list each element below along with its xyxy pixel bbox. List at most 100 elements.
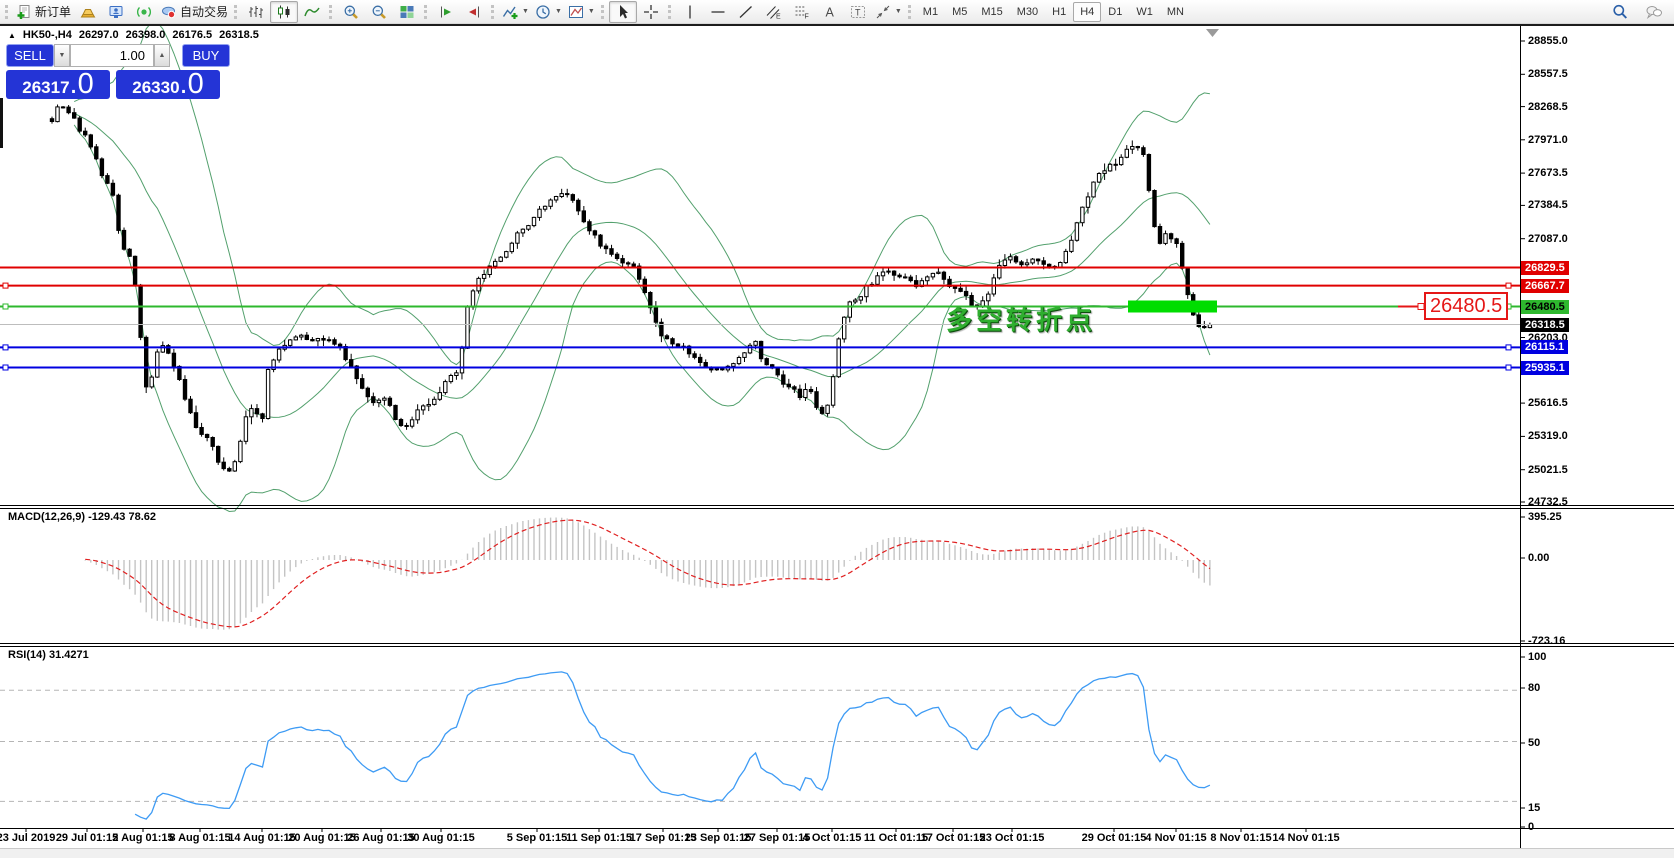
- new-order-button[interactable]: 新订单: [13, 1, 74, 23]
- price-level-label: 26480.5: [1521, 299, 1569, 314]
- toolbar-grip: [907, 4, 911, 19]
- timeframe-m30-button[interactable]: M30: [1010, 2, 1045, 22]
- signals-button[interactable]: [130, 1, 158, 23]
- time-axis-label: 11 Sep 01:15: [565, 832, 633, 844]
- zoom-in-icon: [344, 5, 358, 19]
- price-axis-tick: 25616.5: [1528, 397, 1568, 410]
- line-chart-button[interactable]: [298, 1, 326, 23]
- macd-axis-tick: -723.16: [1528, 635, 1566, 647]
- candles-icon: [278, 5, 290, 18]
- chevron-down-icon: ▼: [587, 8, 595, 15]
- price-axis-tick: 24732.5: [1528, 496, 1568, 508]
- chevron-down-icon: ▼: [894, 8, 902, 15]
- rsi-axis-tick: 100: [1528, 651, 1547, 663]
- arrows-button[interactable]: ▼: [872, 1, 905, 23]
- rsi-axis-tick: 15: [1528, 802, 1541, 814]
- triangle-up-icon: ▲: [158, 52, 166, 59]
- horizontal-line-button[interactable]: [704, 1, 732, 23]
- time-axis-label: 23 Jul 2019: [0, 832, 56, 844]
- time-axis-label: 4 Nov 01:15: [1145, 832, 1207, 844]
- macd-axis-tick: 395.25: [1528, 511, 1562, 523]
- status-bar: [0, 848, 1674, 858]
- text-label-button[interactable]: T: [844, 1, 872, 23]
- macd-axis-tick: 0.00: [1528, 552, 1550, 564]
- community-chat-button[interactable]: [1640, 1, 1668, 23]
- clock-icon: [536, 4, 550, 19]
- timeframe-d1-button[interactable]: D1: [1101, 2, 1129, 22]
- price-level-label: 26318.5: [1521, 317, 1569, 332]
- time-axis-label: 4 Oct 01:15: [802, 832, 862, 844]
- price-axis-tick: 27087.0: [1528, 232, 1568, 245]
- crosshair-button[interactable]: [637, 1, 665, 23]
- candlestick-chart-button[interactable]: [270, 0, 299, 23]
- timeframe-w1-button[interactable]: W1: [1129, 2, 1160, 22]
- volume-input[interactable]: 1.00: [70, 44, 154, 67]
- timeframe-mn-button[interactable]: MN: [1160, 2, 1191, 22]
- terminal-icon: [109, 5, 123, 18]
- gold-icon: [80, 8, 96, 17]
- price-axis-tick: 25021.5: [1528, 463, 1568, 476]
- timeframe-m1-button[interactable]: M1: [916, 2, 945, 22]
- deposit-button[interactable]: [74, 1, 102, 23]
- volume-decrease-button[interactable]: ▼: [54, 44, 70, 67]
- tile-icon: [400, 5, 414, 18]
- autotrade-icon: [162, 6, 176, 18]
- text-button[interactable]: A: [816, 1, 844, 23]
- timeframe-h4-button[interactable]: H4: [1073, 1, 1102, 22]
- toolbar-grip: [667, 4, 671, 19]
- timeframe-h1-button[interactable]: H1: [1045, 2, 1073, 22]
- ohlc-high: 26398.0: [125, 29, 166, 41]
- buy-price[interactable]: 26330.0: [116, 70, 220, 99]
- toolbar-grip: [329, 4, 333, 19]
- channel-icon: E: [766, 5, 781, 20]
- fibonacci-button[interactable]: F: [788, 1, 816, 23]
- toolbar-grip: [234, 4, 238, 19]
- trendline-button[interactable]: [732, 1, 760, 23]
- mobile-terminal-button[interactable]: [102, 1, 130, 23]
- buy-button[interactable]: BUY: [182, 44, 230, 67]
- vline-icon: [689, 5, 691, 18]
- toolbar-grip: [491, 4, 495, 19]
- price-axis-tick: 27971.0: [1528, 133, 1568, 146]
- auto-scroll-button[interactable]: [432, 1, 460, 23]
- chart-area[interactable]: [0, 0, 1674, 858]
- price-level-label: 25935.1: [1521, 360, 1569, 375]
- price-axis-tick: 27673.5: [1528, 167, 1568, 180]
- sell-button[interactable]: SELL: [6, 44, 54, 67]
- chart-shift-button[interactable]: [460, 1, 488, 23]
- signal-icon: [137, 6, 151, 17]
- search-button[interactable]: [1606, 1, 1634, 23]
- svg-text:A: A: [825, 5, 834, 19]
- sell-price[interactable]: 26317.0: [6, 70, 110, 99]
- autotrading-button[interactable]: 自动交易: [158, 1, 231, 23]
- tile-windows-button[interactable]: [393, 1, 421, 23]
- cursor-button[interactable]: [608, 0, 637, 23]
- time-axis-label: 29 Oct 01:15: [1081, 832, 1147, 844]
- timeframe-m15-button[interactable]: M15: [974, 2, 1009, 22]
- time-axis-label: 8 Nov 01:15: [1210, 832, 1272, 844]
- time-axis-label: 23 Oct 01:15: [979, 832, 1045, 844]
- fibo-icon: F: [795, 6, 809, 20]
- bar-chart-button[interactable]: [242, 1, 270, 23]
- ohlc-close: 26318.5: [219, 29, 259, 41]
- chart-symbol: HK50-,H4: [22, 29, 72, 41]
- zoom-out-button[interactable]: [365, 1, 393, 23]
- zoom-out-icon: [372, 5, 386, 19]
- equidistant-channel-button[interactable]: E: [760, 1, 788, 23]
- timeframe-m5-button[interactable]: M5: [945, 2, 974, 22]
- vertical-line-button[interactable]: [676, 1, 704, 23]
- indicators-button[interactable]: ▼: [499, 1, 532, 23]
- time-axis-label: 11 Oct 01:15: [863, 832, 929, 844]
- time-axis-label: 5 Sep 01:15: [506, 832, 568, 844]
- price-level-label: 26115.1: [1521, 340, 1569, 355]
- search-icon: [1613, 4, 1627, 19]
- periods-button[interactable]: ▼: [532, 1, 565, 23]
- shift-icon: [469, 6, 480, 17]
- toolbar-grip: [5, 4, 8, 19]
- templates-button[interactable]: ▼: [565, 1, 598, 23]
- volume-increase-button[interactable]: ▲: [154, 44, 170, 67]
- time-axis-label: 30 Aug 01:15: [407, 832, 475, 844]
- time-axis-label: 8 Aug 01:15: [169, 832, 231, 844]
- zoom-in-button[interactable]: [337, 1, 365, 23]
- chat-icon: [1646, 5, 1662, 19]
